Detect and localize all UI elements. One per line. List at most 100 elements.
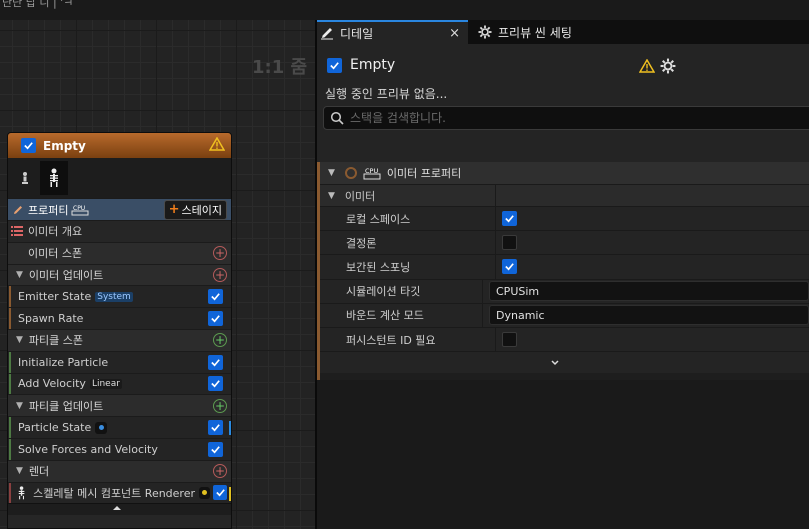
- add-module-icon[interactable]: +: [213, 464, 227, 479]
- module-row[interactable]: Solve Forces and Velocity: [8, 437, 231, 460]
- module-enable-checkbox[interactable]: [208, 289, 223, 305]
- tab-details-label: 디테일: [340, 26, 374, 41]
- module-enable-checkbox[interactable]: [208, 311, 223, 327]
- node-enable-checkbox[interactable]: [21, 138, 36, 153]
- module-tag: Linear: [89, 378, 122, 389]
- module-row[interactable]: Particle State: [8, 416, 231, 438]
- warning-icon[interactable]: [208, 136, 226, 154]
- module-enable-checkbox[interactable]: [208, 441, 223, 457]
- category-header[interactable]: ▼ CPU 이미터 프로퍼티: [320, 162, 809, 184]
- property-row: 로컬 스페이스: [320, 206, 809, 231]
- sim-target-dropdown[interactable]: CPUSim: [489, 281, 809, 302]
- tab-preview-label: 프리뷰 씬 세팅: [498, 25, 572, 40]
- details-title-text: Empty: [350, 57, 396, 73]
- property-name: 퍼시스턴트 ID 필요: [320, 327, 496, 352]
- add-module-icon[interactable]: +: [213, 267, 227, 282]
- module-row[interactable]: Add Velocity Linear: [8, 372, 231, 395]
- collapse-arrow-icon[interactable]: ▼: [16, 270, 23, 280]
- module-label: Initialize Particle: [18, 355, 109, 369]
- bounds-mode-dropdown[interactable]: Dynamic: [489, 305, 809, 326]
- section-emitter-update[interactable]: ▼ 이미터 업데이트 +: [8, 263, 231, 286]
- section-render[interactable]: ▼ 렌더 +: [8, 459, 231, 482]
- person-icon[interactable]: [14, 163, 36, 193]
- category-label: 이미터 프로퍼티: [386, 167, 462, 180]
- property-name: 로컬 스페이스: [320, 207, 496, 231]
- property-name: 결정론: [320, 231, 496, 255]
- skeleton-icon[interactable]: [40, 161, 68, 195]
- warning-icon[interactable]: [638, 58, 656, 76]
- renderer-thumbnails: [8, 158, 231, 198]
- zoom-label: 1:1 줌: [252, 57, 308, 78]
- list-icon: [11, 226, 23, 237]
- module-indicator: [229, 486, 231, 501]
- details-tabs: 디테일 × 프리뷰 씬 세팅: [317, 20, 809, 44]
- section-particle-spawn[interactable]: ▼ 파티클 스폰 +: [8, 328, 231, 351]
- stack-search-input[interactable]: [350, 111, 770, 125]
- node-properties-row[interactable]: 프로퍼티 CPU + 스테이지: [8, 198, 231, 220]
- property-checkbox[interactable]: [502, 332, 517, 348]
- details-empty-area: [317, 380, 809, 529]
- add-module-icon[interactable]: +: [213, 398, 227, 413]
- collapse-arrow-icon[interactable]: ▼: [328, 168, 335, 178]
- property-checkbox[interactable]: [502, 211, 517, 227]
- collapse-arrow-icon[interactable]: ▼: [328, 191, 335, 201]
- skeleton-icon: [18, 486, 25, 500]
- module-ring-icon: [344, 167, 357, 179]
- emitter-overview-label: 이미터 개요: [28, 225, 83, 239]
- section-emitter-spawn[interactable]: 이미터 스폰 +: [8, 241, 231, 264]
- subcategory-header[interactable]: ▼ 이미터: [320, 184, 809, 206]
- module-label: Add Velocity: [18, 377, 86, 391]
- settings-gear-icon[interactable]: [660, 58, 676, 77]
- add-module-icon[interactable]: +: [213, 246, 227, 261]
- emitter-enable-checkbox[interactable]: [327, 57, 342, 73]
- advanced-expander[interactable]: [320, 351, 809, 374]
- emitter-overview-row[interactable]: 이미터 개요: [8, 220, 231, 242]
- property-row: 바운드 계산 모드 Dynamic: [320, 302, 809, 327]
- property-name: 바운드 계산 모드: [320, 303, 483, 327]
- module-dot-icon: [95, 421, 108, 434]
- chevron-up-icon[interactable]: [113, 506, 121, 511]
- collapse-arrow-icon[interactable]: ▼: [16, 466, 23, 476]
- property-name: 보간된 스포닝: [320, 255, 496, 279]
- stack-search-box[interactable]: [323, 106, 809, 130]
- module-indicator: [229, 421, 231, 436]
- module-row[interactable]: 스켈레탈 메시 컴포넌트 Renderer: [8, 481, 231, 504]
- chevron-down-icon[interactable]: [550, 359, 560, 367]
- section-label: 렌더: [28, 465, 50, 479]
- add-module-icon[interactable]: +: [213, 333, 227, 348]
- tab-details[interactable]: 디테일 ×: [317, 20, 468, 44]
- cpu-icon: CPU: [71, 205, 89, 215]
- cpu-icon: CPU: [363, 167, 381, 180]
- property-checkbox[interactable]: [502, 259, 517, 275]
- property-row: 퍼시스턴트 ID 필요: [320, 326, 809, 352]
- module-row[interactable]: Emitter State System: [8, 285, 231, 308]
- property-row: 시뮬레이션 타깃 CPUSim: [320, 278, 809, 303]
- details-panel: 디테일 × 프리뷰 씬 세팅 Empty 실행 중인 프리뷰 없음... ▼: [317, 20, 809, 529]
- property-checkbox[interactable]: [502, 235, 517, 251]
- module-tag: System: [95, 291, 133, 302]
- property-row: 결정론: [320, 230, 809, 255]
- module-enable-checkbox[interactable]: [208, 354, 223, 370]
- emitter-node[interactable]: Empty 프로퍼티 CPU + 스테이지 이미터 개요 이미터 스폰 + ▼ 이…: [7, 132, 232, 529]
- section-particle-update[interactable]: ▼ 파티클 업데이트 +: [8, 394, 231, 417]
- node-header[interactable]: Empty: [8, 133, 231, 158]
- module-enable-checkbox[interactable]: [213, 485, 227, 501]
- module-row[interactable]: Spawn Rate: [8, 307, 231, 329]
- collapse-arrow-icon[interactable]: ▼: [16, 335, 23, 345]
- close-icon[interactable]: ×: [449, 26, 460, 41]
- tab-preview-scene-settings[interactable]: 프리뷰 씬 세팅: [468, 20, 572, 44]
- property-name: 시뮬레이션 타깃: [320, 279, 483, 303]
- node-title: Empty: [43, 138, 86, 153]
- module-enable-checkbox[interactable]: [208, 420, 223, 436]
- module-label: Emitter State: [18, 290, 92, 304]
- node-footer[interactable]: [8, 503, 231, 516]
- module-label: Solve Forces and Velocity: [18, 442, 158, 456]
- preview-status: 실행 중인 프리뷰 없음...: [325, 87, 448, 101]
- stage-button-label: 스테이지: [181, 203, 222, 217]
- module-enable-checkbox[interactable]: [208, 376, 223, 392]
- top-strip: 단단 답 니 | 'ㅋ: [0, 0, 809, 20]
- collapse-arrow-icon[interactable]: ▼: [16, 401, 23, 411]
- svg-text:CPU: CPU: [73, 205, 85, 212]
- module-row[interactable]: Initialize Particle: [8, 350, 231, 373]
- add-stage-button[interactable]: + 스테이지: [163, 199, 227, 220]
